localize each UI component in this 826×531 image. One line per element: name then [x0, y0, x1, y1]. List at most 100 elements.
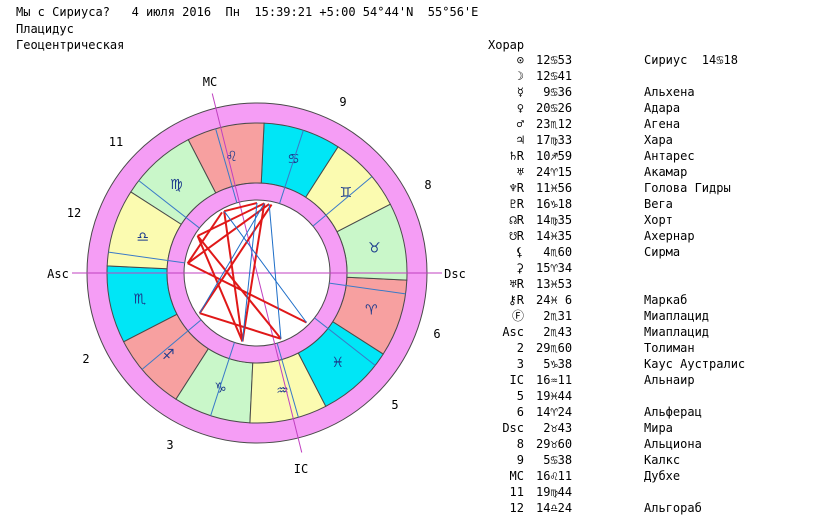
fixed-star: Акамар	[644, 165, 688, 179]
table-row: ♇R 16♑18 Вега	[478, 196, 818, 212]
fixed-star: Антарес	[644, 149, 695, 163]
table-row: 3 5♑38 Каус Аустралис	[478, 356, 818, 372]
planet-symbol: 2	[516, 341, 524, 355]
sign-glyph: ♈	[365, 302, 378, 318]
planet-symbol: 11	[509, 485, 524, 499]
planet-symbol: ⚷R	[507, 293, 524, 307]
planet-position: 2♏31	[536, 309, 573, 323]
planet-symbol: 3	[516, 357, 524, 371]
planet-position: 29♏60	[536, 341, 573, 355]
table-row: 5 19♓44	[478, 388, 818, 404]
planet-position: 16♌11	[536, 469, 573, 483]
ic-label: IC	[294, 462, 308, 476]
planet-symbol: MC	[509, 469, 524, 483]
planet-symbol: ☊R	[509, 213, 524, 227]
planet-position: 16♒11	[536, 373, 573, 387]
natal-chart-wheel: ♏♐♑♒♓♈♉♊♋♌♍♎ MCICAscDsc9865321211	[47, 75, 466, 476]
planet-position: 5♑38	[536, 357, 573, 371]
planet-position: 16♑18	[536, 197, 573, 211]
table-row: ⚳ 15♈34	[478, 260, 818, 276]
planet-position: 14♈24	[536, 405, 573, 419]
sign-glyph: ♍	[170, 177, 183, 193]
sign-glyph: ♎	[136, 230, 149, 246]
planet-symbol: ♃	[516, 133, 524, 147]
planet-symbol: 6	[516, 405, 524, 419]
planet-position: 9♋36	[536, 85, 573, 99]
planet-position: 5♋38	[536, 453, 573, 467]
planet-symbol: 5	[516, 389, 524, 403]
planet-symbol: ♅R	[509, 277, 524, 291]
planet-position: 2♉43	[536, 421, 573, 435]
table-row: 9 5♋38 Калкс	[478, 452, 818, 468]
planet-symbol: ☿	[516, 85, 524, 99]
table-row: IC 16♒11 Альнаир	[478, 372, 818, 388]
fixed-star: Толиман	[644, 341, 695, 355]
table-row: ⚷R 24♓ 6 Маркаб	[478, 292, 818, 308]
sign-glyph: ♑	[214, 380, 227, 396]
house-number-label: 12	[67, 206, 81, 220]
house-number-label: 6	[433, 327, 440, 341]
fixed-star: Хорт	[644, 213, 673, 227]
fixed-star: Альнаир	[644, 373, 695, 387]
fixed-star: Альферац	[644, 405, 702, 419]
table-row: 11 19♍44	[478, 484, 818, 500]
fixed-star: Сирма	[644, 245, 681, 259]
planet-symbol: ♄R	[509, 149, 524, 163]
fixed-star: Агена	[644, 117, 681, 131]
planet-symbol: ☽	[516, 69, 524, 83]
sign-glyph: ♓	[331, 355, 344, 371]
planet-position: 13♓53	[536, 277, 573, 291]
fixed-star: Голова Гидры	[644, 181, 731, 195]
planet-symbol: Asc	[502, 325, 524, 339]
asc-label: Asc	[47, 267, 69, 281]
planet-position: 24♓ 6	[536, 293, 573, 307]
table-row: ♃ 17♍33 Хара	[478, 132, 818, 148]
house-number-label: 5	[391, 398, 398, 412]
planet-position: 20♋26	[536, 101, 573, 115]
table-row: ⊙ 12♋53 Сириус 14♋18	[478, 52, 818, 68]
planet-position: 24♈15	[536, 165, 573, 179]
fixed-star: Вега	[644, 197, 673, 211]
planet-position: 23♏12	[536, 117, 573, 131]
fixed-star: Альхена	[644, 85, 695, 99]
fixed-star: Миаплацид	[644, 325, 710, 339]
house-number-label: 8	[424, 178, 431, 192]
planet-position: 10♐59	[536, 149, 573, 163]
fixed-star: Мира	[644, 421, 673, 435]
table-row: Ⓕ 2♏31 Миаплацид	[478, 308, 818, 324]
table-row: 6 14♈24 Альферац	[478, 404, 818, 420]
table-row: ♄R 10♐59 Антарес	[478, 148, 818, 164]
table-row: ☿ 9♋36 Альхена	[478, 84, 818, 100]
sign-glyph: ♉	[368, 240, 381, 256]
table-row: Asc 2♏43 Миаплацид	[478, 324, 818, 340]
planet-symbol: ♆R	[509, 181, 524, 195]
planet-symbol: 8	[516, 437, 524, 451]
planet-position: 15♈34	[536, 261, 573, 275]
planet-symbol: Ⓕ	[511, 309, 524, 323]
planet-symbol: 9	[516, 453, 524, 467]
table-row: ⚸ 4♏60 Сирма	[478, 244, 818, 260]
planet-symbol: ♂	[516, 117, 524, 131]
planet-position: 19♓44	[536, 389, 573, 403]
planet-symbol: ♇R	[509, 197, 524, 211]
planet-position: 12♋41	[536, 69, 573, 83]
sign-glyph: ♐	[162, 347, 175, 363]
fixed-star: Ахернар	[644, 229, 695, 243]
fixed-star: Хара	[644, 133, 673, 147]
planet-symbol: ⚳	[515, 261, 524, 275]
fixed-star: Сириус 14♋18	[644, 53, 738, 67]
mc-label: MC	[203, 75, 217, 89]
fixed-star: Миаплацид	[644, 309, 710, 323]
table-row: ♆R 11♓56 Голова Гидры	[478, 180, 818, 196]
table-row: ♅R 13♓53	[478, 276, 818, 292]
table-row: ♂ 23♏12 Агена	[478, 116, 818, 132]
table-title: Хорар	[488, 38, 525, 52]
house-number-label: 9	[339, 95, 346, 109]
planet-position: 2♏43	[536, 325, 573, 339]
planet-symbol: ♀	[516, 101, 524, 115]
planet-position: 19♍44	[536, 485, 573, 499]
planet-position: 29♉60	[536, 437, 573, 451]
house-number-label: 2	[82, 352, 89, 366]
fixed-star: Калкс	[644, 453, 681, 467]
planet-symbol: ⚸	[515, 245, 524, 259]
